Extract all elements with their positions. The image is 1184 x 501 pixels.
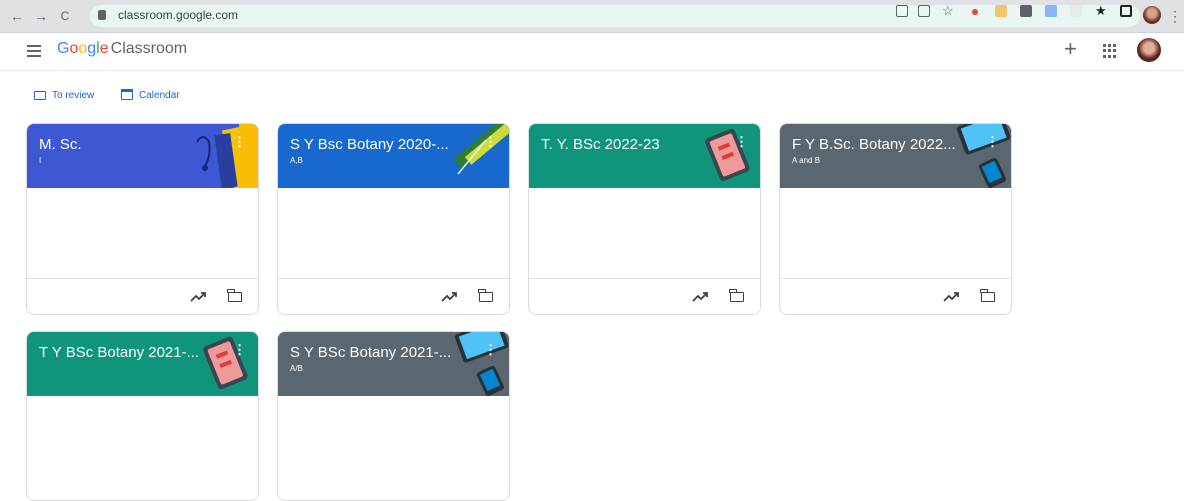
side-panel-icon[interactable] <box>1120 5 1132 17</box>
calendar-link[interactable]: Calendar <box>121 89 180 101</box>
extension-blue-icon[interactable] <box>1045 5 1057 17</box>
url-text: classroom.google.com <box>118 8 239 22</box>
extension-record-icon[interactable] <box>972 9 978 15</box>
class-section: A/B <box>290 364 303 373</box>
class-title[interactable]: M. Sc. <box>39 136 82 153</box>
extension-grey-icon[interactable] <box>1070 5 1082 17</box>
class-section: A,B <box>290 156 303 165</box>
class-card[interactable]: T. Y. BSc 2022-23 ⋮ <box>528 123 761 315</box>
class-options-icon[interactable]: ⋮ <box>986 134 999 150</box>
drive-folder-icon[interactable] <box>478 289 493 302</box>
google-apps-icon[interactable] <box>1103 44 1117 58</box>
gradebook-trend-icon[interactable] <box>441 291 457 303</box>
gradebook-trend-icon[interactable] <box>943 291 959 303</box>
class-card-header[interactable]: S Y BSc Botany 2021-... A/B ⋮ <box>278 332 509 396</box>
extension-barcode-icon[interactable] <box>1020 5 1032 17</box>
devices-illustration <box>956 124 1011 188</box>
main-menu-icon[interactable] <box>27 45 41 57</box>
gradebook-trend-icon[interactable] <box>190 291 206 303</box>
browser-menu-icon[interactable]: ⋮ <box>1168 8 1182 25</box>
class-title[interactable]: T. Y. BSc 2022-23 <box>541 136 660 153</box>
class-card-footer <box>780 278 1011 314</box>
class-card-header[interactable]: F Y B.Sc. Botany 2022... A and B ⋮ <box>780 124 1011 188</box>
drive-folder-icon[interactable] <box>729 289 744 302</box>
screen-cast-icon[interactable] <box>896 5 908 17</box>
class-options-icon[interactable]: ⋮ <box>233 134 246 150</box>
gradebook-trend-icon[interactable] <box>692 291 708 303</box>
class-card-footer <box>278 278 509 314</box>
reload-icon[interactable]: C <box>56 7 74 25</box>
back-icon[interactable]: ← <box>8 7 26 25</box>
calendar-icon <box>121 89 133 100</box>
class-card-footer <box>529 278 760 314</box>
lock-icon <box>98 10 106 20</box>
forward-icon[interactable]: → <box>32 7 50 25</box>
books-illustration <box>196 124 258 188</box>
browser-profile-avatar[interactable] <box>1143 6 1161 24</box>
extensions-puzzle-icon[interactable]: ★ <box>1095 4 1107 17</box>
class-options-icon[interactable]: ⋮ <box>484 342 497 358</box>
to-review-icon <box>34 91 46 100</box>
class-card-footer <box>27 278 258 314</box>
bookmark-star-icon[interactable]: ☆ <box>942 4 954 17</box>
class-title[interactable]: S Y BSc Botany 2021-... <box>290 344 451 361</box>
address-bar[interactable]: classroom.google.com <box>90 5 1140 27</box>
class-options-icon[interactable]: ⋮ <box>233 342 246 358</box>
class-card-header[interactable]: T Y BSc Botany 2021-... ⋮ <box>27 332 258 396</box>
to-review-link[interactable]: To review <box>34 90 94 101</box>
create-join-class-icon[interactable]: + <box>1064 36 1077 62</box>
devices-illustration <box>454 332 509 396</box>
account-avatar[interactable] <box>1137 38 1161 62</box>
tablet-illustration <box>705 128 750 182</box>
tablet-illustration <box>203 336 248 390</box>
class-card[interactable]: M. Sc. I ⋮ <box>26 123 259 315</box>
class-section: A and B <box>792 156 821 165</box>
class-card[interactable]: S Y Bsc Botany 2020-... A,B ⋮ <box>277 123 510 315</box>
browser-toolbar: ← → C classroom.google.com ☆ ★ ⋮ <box>0 0 1184 33</box>
class-card[interactable]: F Y B.Sc. Botany 2022... A and B ⋮ <box>779 123 1012 315</box>
class-title[interactable]: F Y B.Sc. Botany 2022... <box>792 136 956 153</box>
class-card-header[interactable]: M. Sc. I ⋮ <box>27 124 258 188</box>
class-section: I <box>39 156 42 165</box>
class-options-icon[interactable]: ⋮ <box>735 134 748 150</box>
drive-folder-icon[interactable] <box>227 289 242 302</box>
class-card[interactable]: T Y BSc Botany 2021-... ⋮ <box>26 331 259 501</box>
ruler-illustration <box>453 124 509 175</box>
drive-folder-icon[interactable] <box>980 289 995 302</box>
class-title[interactable]: T Y BSc Botany 2021-... <box>39 344 199 361</box>
extension-notes-icon[interactable] <box>995 5 1007 17</box>
share-icon[interactable] <box>918 5 930 17</box>
class-card[interactable]: S Y BSc Botany 2021-... A/B ⋮ <box>277 331 510 501</box>
class-card-header[interactable]: T. Y. BSc 2022-23 ⋮ <box>529 124 760 188</box>
app-header: Google Classroom + <box>0 33 1184 71</box>
google-classroom-logo[interactable]: Google Classroom <box>57 40 187 58</box>
class-title[interactable]: S Y Bsc Botany 2020-... <box>290 136 449 153</box>
class-options-icon[interactable]: ⋮ <box>484 134 497 150</box>
class-card-header[interactable]: S Y Bsc Botany 2020-... A,B ⋮ <box>278 124 509 188</box>
